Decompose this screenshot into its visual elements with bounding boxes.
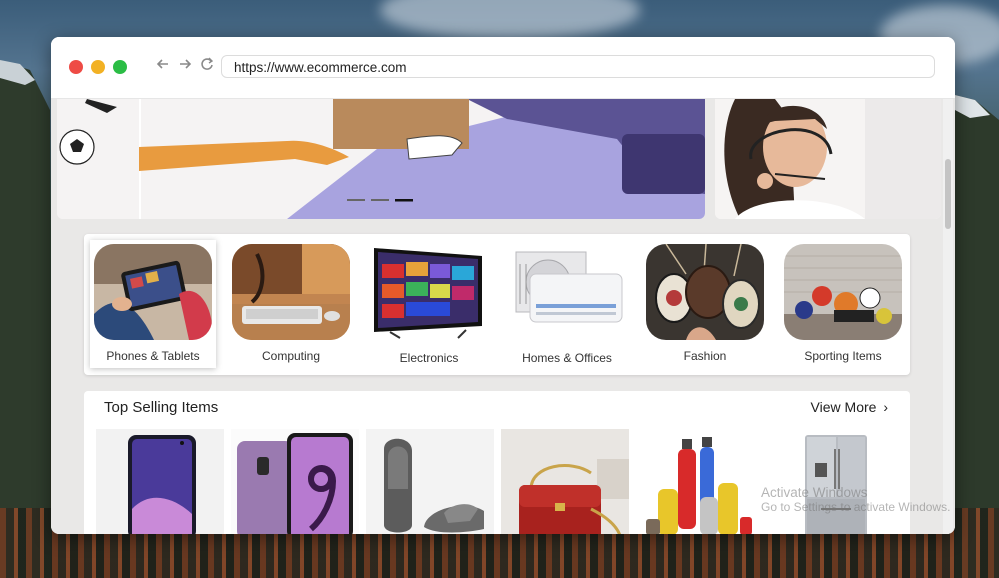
view-more-link[interactable]: View More › (811, 399, 888, 415)
category-label: Computing (261, 349, 321, 363)
browser-toolbar: https://www.ecommerce.com (51, 37, 955, 99)
minimize-window-button[interactable] (91, 60, 105, 74)
category-sporting-items[interactable]: Sporting Items (780, 240, 906, 368)
watermark-title: Activate Windows (761, 485, 868, 500)
category-image (94, 244, 212, 340)
product-image-handbag (501, 429, 629, 534)
chevron-right-icon: › (883, 399, 888, 415)
product-image-phone (231, 429, 359, 534)
category-computing[interactable]: Computing (228, 240, 354, 368)
product-image-refrigerator (771, 429, 899, 534)
product-image-slippers (366, 429, 494, 534)
scrollbar-thumb[interactable] (945, 159, 951, 229)
back-arrow-icon[interactable] (154, 57, 172, 75)
category-label: Fashion (683, 349, 727, 363)
category-image (232, 244, 350, 340)
category-image (370, 244, 488, 340)
category-label: Electronics (399, 351, 459, 365)
watermark-subtitle: Go to Settings to activate Windows. (761, 500, 951, 514)
activate-windows-watermark: Activate Windows Go to Settings to activ… (761, 485, 950, 515)
close-window-button[interactable] (69, 60, 83, 74)
vertical-scrollbar[interactable] (943, 99, 953, 534)
hero-banner[interactable] (57, 99, 705, 219)
carousel-indicator[interactable] (371, 199, 389, 201)
product-card[interactable] (231, 429, 359, 534)
product-card[interactable] (771, 429, 899, 534)
product-card[interactable] (636, 429, 764, 534)
customer-support-banner[interactable] (715, 99, 941, 219)
support-agent-image (715, 99, 941, 219)
category-fashion[interactable]: Fashion (642, 240, 768, 368)
section-title: Top Selling Items (104, 399, 219, 416)
category-electronics[interactable]: Electronics (366, 240, 492, 368)
category-label: Homes & Offices (522, 351, 612, 365)
product-card[interactable] (96, 429, 224, 534)
category-panel: Phones & Tablets Computing Electronics H… (84, 234, 910, 375)
product-card[interactable] (366, 429, 494, 534)
product-image-gas-cylinders (636, 429, 764, 534)
browser-window: https://www.ecommerce.com Phones & Table… (51, 37, 955, 534)
page-viewport: Phones & Tablets Computing Electronics H… (51, 99, 955, 534)
product-card[interactable] (501, 429, 629, 534)
category-image (508, 244, 626, 340)
hero-illustration (57, 99, 705, 219)
forward-arrow-icon[interactable] (176, 57, 194, 75)
carousel-indicator-active[interactable] (395, 199, 413, 202)
view-more-label: View More (810, 399, 877, 415)
category-label: Sporting Items (804, 349, 882, 363)
category-homes-offices[interactable]: Homes & Offices (504, 240, 630, 368)
reload-icon[interactable] (198, 57, 216, 75)
product-image-phone (96, 429, 224, 534)
address-bar[interactable]: https://www.ecommerce.com (221, 55, 935, 78)
category-image (646, 244, 764, 340)
category-phones-tablets[interactable]: Phones & Tablets (90, 240, 216, 368)
category-image (784, 244, 902, 340)
maximize-window-button[interactable] (113, 60, 127, 74)
carousel-indicator[interactable] (347, 199, 365, 201)
category-label: Phones & Tablets (106, 349, 200, 363)
